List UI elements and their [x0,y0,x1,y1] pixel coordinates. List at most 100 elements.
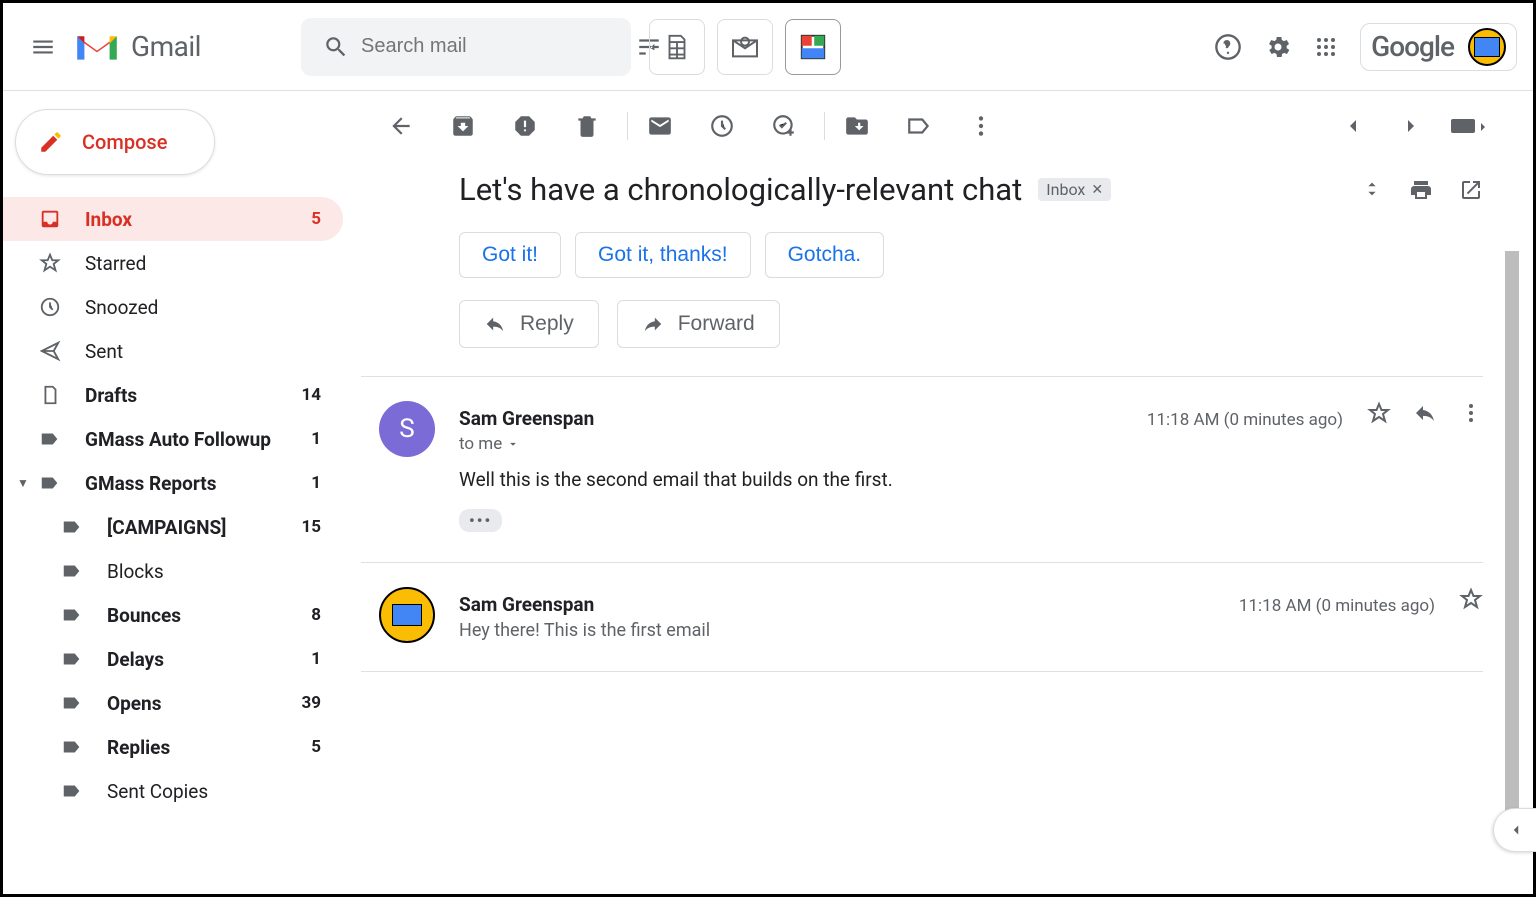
sidebar-item-label: GMass Reports [85,472,216,495]
sidebar: Compose Inbox5 Starred Snoozed Sent Drafts14… [3,91,343,813]
sidebar-item-gmass-reports[interactable]: ▼ GMass Reports 1 [3,461,343,505]
sidebar-item-label: Sent Copies [107,780,208,803]
sidebar-item-inbox[interactable]: Inbox5 [3,197,343,241]
sidebar-subitem[interactable]: [CAMPAIGNS]15 [3,505,343,549]
sidebar-subitem[interactable]: Blocks [3,549,343,593]
forward-button[interactable]: Forward [617,300,780,348]
menu-icon[interactable] [19,23,67,71]
smart-reply-3[interactable]: Gotcha. [765,232,885,278]
google-brand: Google [1371,30,1454,63]
star-icon[interactable] [1459,587,1483,611]
snooze-icon[interactable] [700,104,744,148]
star-icon[interactable] [1367,401,1391,425]
mark-unread-icon[interactable] [638,104,682,148]
apps-icon[interactable] [1314,35,1338,59]
sidebar-item-snoozed[interactable]: Snoozed [3,285,343,329]
gmass-sheet-icon[interactable] [649,19,705,75]
header: Gmail [3,3,1533,91]
message-collapsed[interactable]: Sam Greenspan 11:18 AM (0 minutes ago) H… [459,563,1483,671]
caret-icon[interactable]: ▼ [17,476,29,490]
label-icon [39,427,63,451]
settings-icon[interactable] [1264,33,1292,61]
send-icon [39,339,63,363]
message-more-icon[interactable] [1459,401,1483,425]
inbox-chip[interactable]: Inbox ✕ [1038,178,1111,201]
thread-content: Let's have a chronologically-relevant ch… [361,161,1521,672]
delete-icon[interactable] [565,104,609,148]
sender-avatar[interactable] [379,587,435,643]
sidebar-subitem[interactable]: Opens39 [3,681,343,725]
smart-reply-2[interactable]: Got it, thanks! [575,232,751,278]
reply-icon[interactable] [1413,401,1437,425]
sidebar-item-count: 1 [311,649,321,669]
sidebar-item-count: 15 [301,517,321,537]
sidebar-item-label: Blocks [107,560,164,583]
gmass-followup-icon[interactable] [717,19,773,75]
inbox-icon [39,207,63,231]
sidebar-item-label: Sent [85,340,123,363]
back-icon[interactable] [379,104,423,148]
compose-label: Compose [82,130,167,154]
label-icon [61,691,85,715]
sidebar-item-label: GMass Auto Followup [85,428,271,451]
side-panel-toggle-icon[interactable] [1493,808,1536,852]
recipient-line[interactable]: to me [459,434,1483,454]
gmass-build-icon[interactable] [785,19,841,75]
help-icon[interactable] [1214,33,1242,61]
sidebar-subitem[interactable]: Bounces8 [3,593,343,637]
sidebar-item-count: 5 [311,737,321,757]
sidebar-item-starred[interactable]: Starred [3,241,343,285]
sidebar-item-gmass-auto-followup[interactable]: GMass Auto Followup1 [3,417,343,461]
message-time: 11:18 AM (0 minutes ago) [1239,596,1435,616]
smart-reply-1[interactable]: Got it! [459,232,561,278]
smart-reply-row: Got it! Got it, thanks! Gotcha. [459,232,1483,278]
print-icon[interactable] [1409,178,1433,202]
message-snippet: Hey there! This is the first email [459,620,1483,641]
separator [824,112,825,140]
label-icon [61,603,85,627]
compose-button[interactable]: Compose [15,109,215,175]
app-name: Gmail [131,30,201,63]
search-icon[interactable] [311,34,361,60]
move-icon[interactable] [835,104,879,148]
sidebar-subitem[interactable]: Delays1 [3,637,343,681]
input-tools-icon[interactable] [1447,104,1491,148]
message-time: 11:18 AM (0 minutes ago) [1147,410,1343,430]
sidebar-item-label: Starred [85,252,146,275]
message-body: Well this is the second email that build… [459,468,1483,491]
label-icon[interactable] [897,104,941,148]
add-task-icon[interactable] [762,104,806,148]
spam-icon[interactable] [503,104,547,148]
expand-all-icon[interactable] [1361,178,1383,202]
label-icon [61,647,85,671]
sender-avatar[interactable]: S [379,401,435,457]
new-window-icon[interactable] [1459,178,1483,202]
account-avatar-icon[interactable] [1468,28,1506,66]
remove-label-icon[interactable]: ✕ [1091,182,1103,198]
more-icon[interactable] [959,104,1003,148]
sidebar-item-label: Replies [107,736,170,759]
sidebar-item-count: 39 [301,693,321,713]
sidebar-subitem[interactable]: Sent Copies [3,769,343,813]
sidebar-item-count: 1 [311,473,321,493]
scrollbar[interactable] [1505,251,1519,841]
reply-button[interactable]: Reply [459,300,599,348]
older-icon[interactable] [1389,104,1433,148]
gmail-logo[interactable]: Gmail [73,29,201,65]
search-bar[interactable] [301,18,631,76]
newer-icon[interactable] [1331,104,1375,148]
thread-subject: Let's have a chronologically-relevant ch… [459,171,1022,208]
sidebar-subitem[interactable]: Replies 5 [3,725,343,769]
search-input[interactable] [361,35,626,58]
google-account-badge[interactable]: Google [1360,23,1517,71]
sidebar-item-drafts[interactable]: Drafts14 [3,373,343,417]
sidebar-item-sent[interactable]: Sent [3,329,343,373]
sender-name[interactable]: Sam Greenspan [459,407,594,430]
show-trimmed-icon[interactable]: ••• [459,509,502,532]
sender-name: Sam Greenspan [459,593,594,616]
archive-icon[interactable] [441,104,485,148]
sidebar-item-count: 14 [301,385,321,405]
chevron-down-icon[interactable] [506,437,520,451]
sidebar-item-label: Bounces [107,604,181,627]
toolbar [361,91,1521,161]
